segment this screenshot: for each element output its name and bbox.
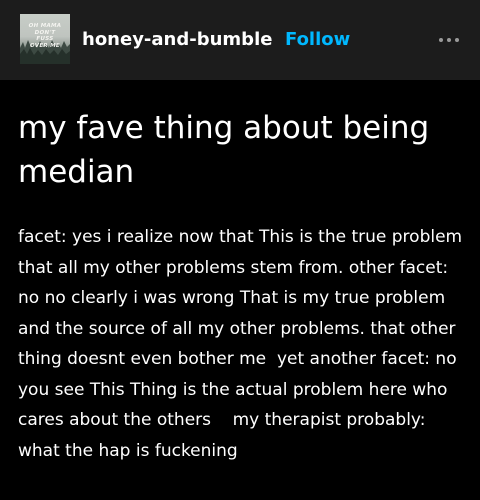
post-header: OH MAMA DON'T FUSS OVER ME honey-and-bum… (0, 0, 480, 80)
post-body-text: facet: yes i realize now that This is th… (18, 227, 468, 461)
blog-avatar[interactable]: OH MAMA DON'T FUSS OVER ME (20, 14, 70, 64)
avatar-caption: OH MAMA DON'T FUSS OVER ME (28, 23, 62, 49)
follow-button[interactable]: Follow (285, 29, 350, 51)
dot (439, 38, 443, 42)
dot (455, 38, 459, 42)
dot (447, 38, 451, 42)
blog-name-link[interactable]: honey-and-bumble (82, 29, 272, 51)
post-title: my fave thing about being median (18, 110, 430, 190)
more-options-icon[interactable] (438, 34, 460, 46)
